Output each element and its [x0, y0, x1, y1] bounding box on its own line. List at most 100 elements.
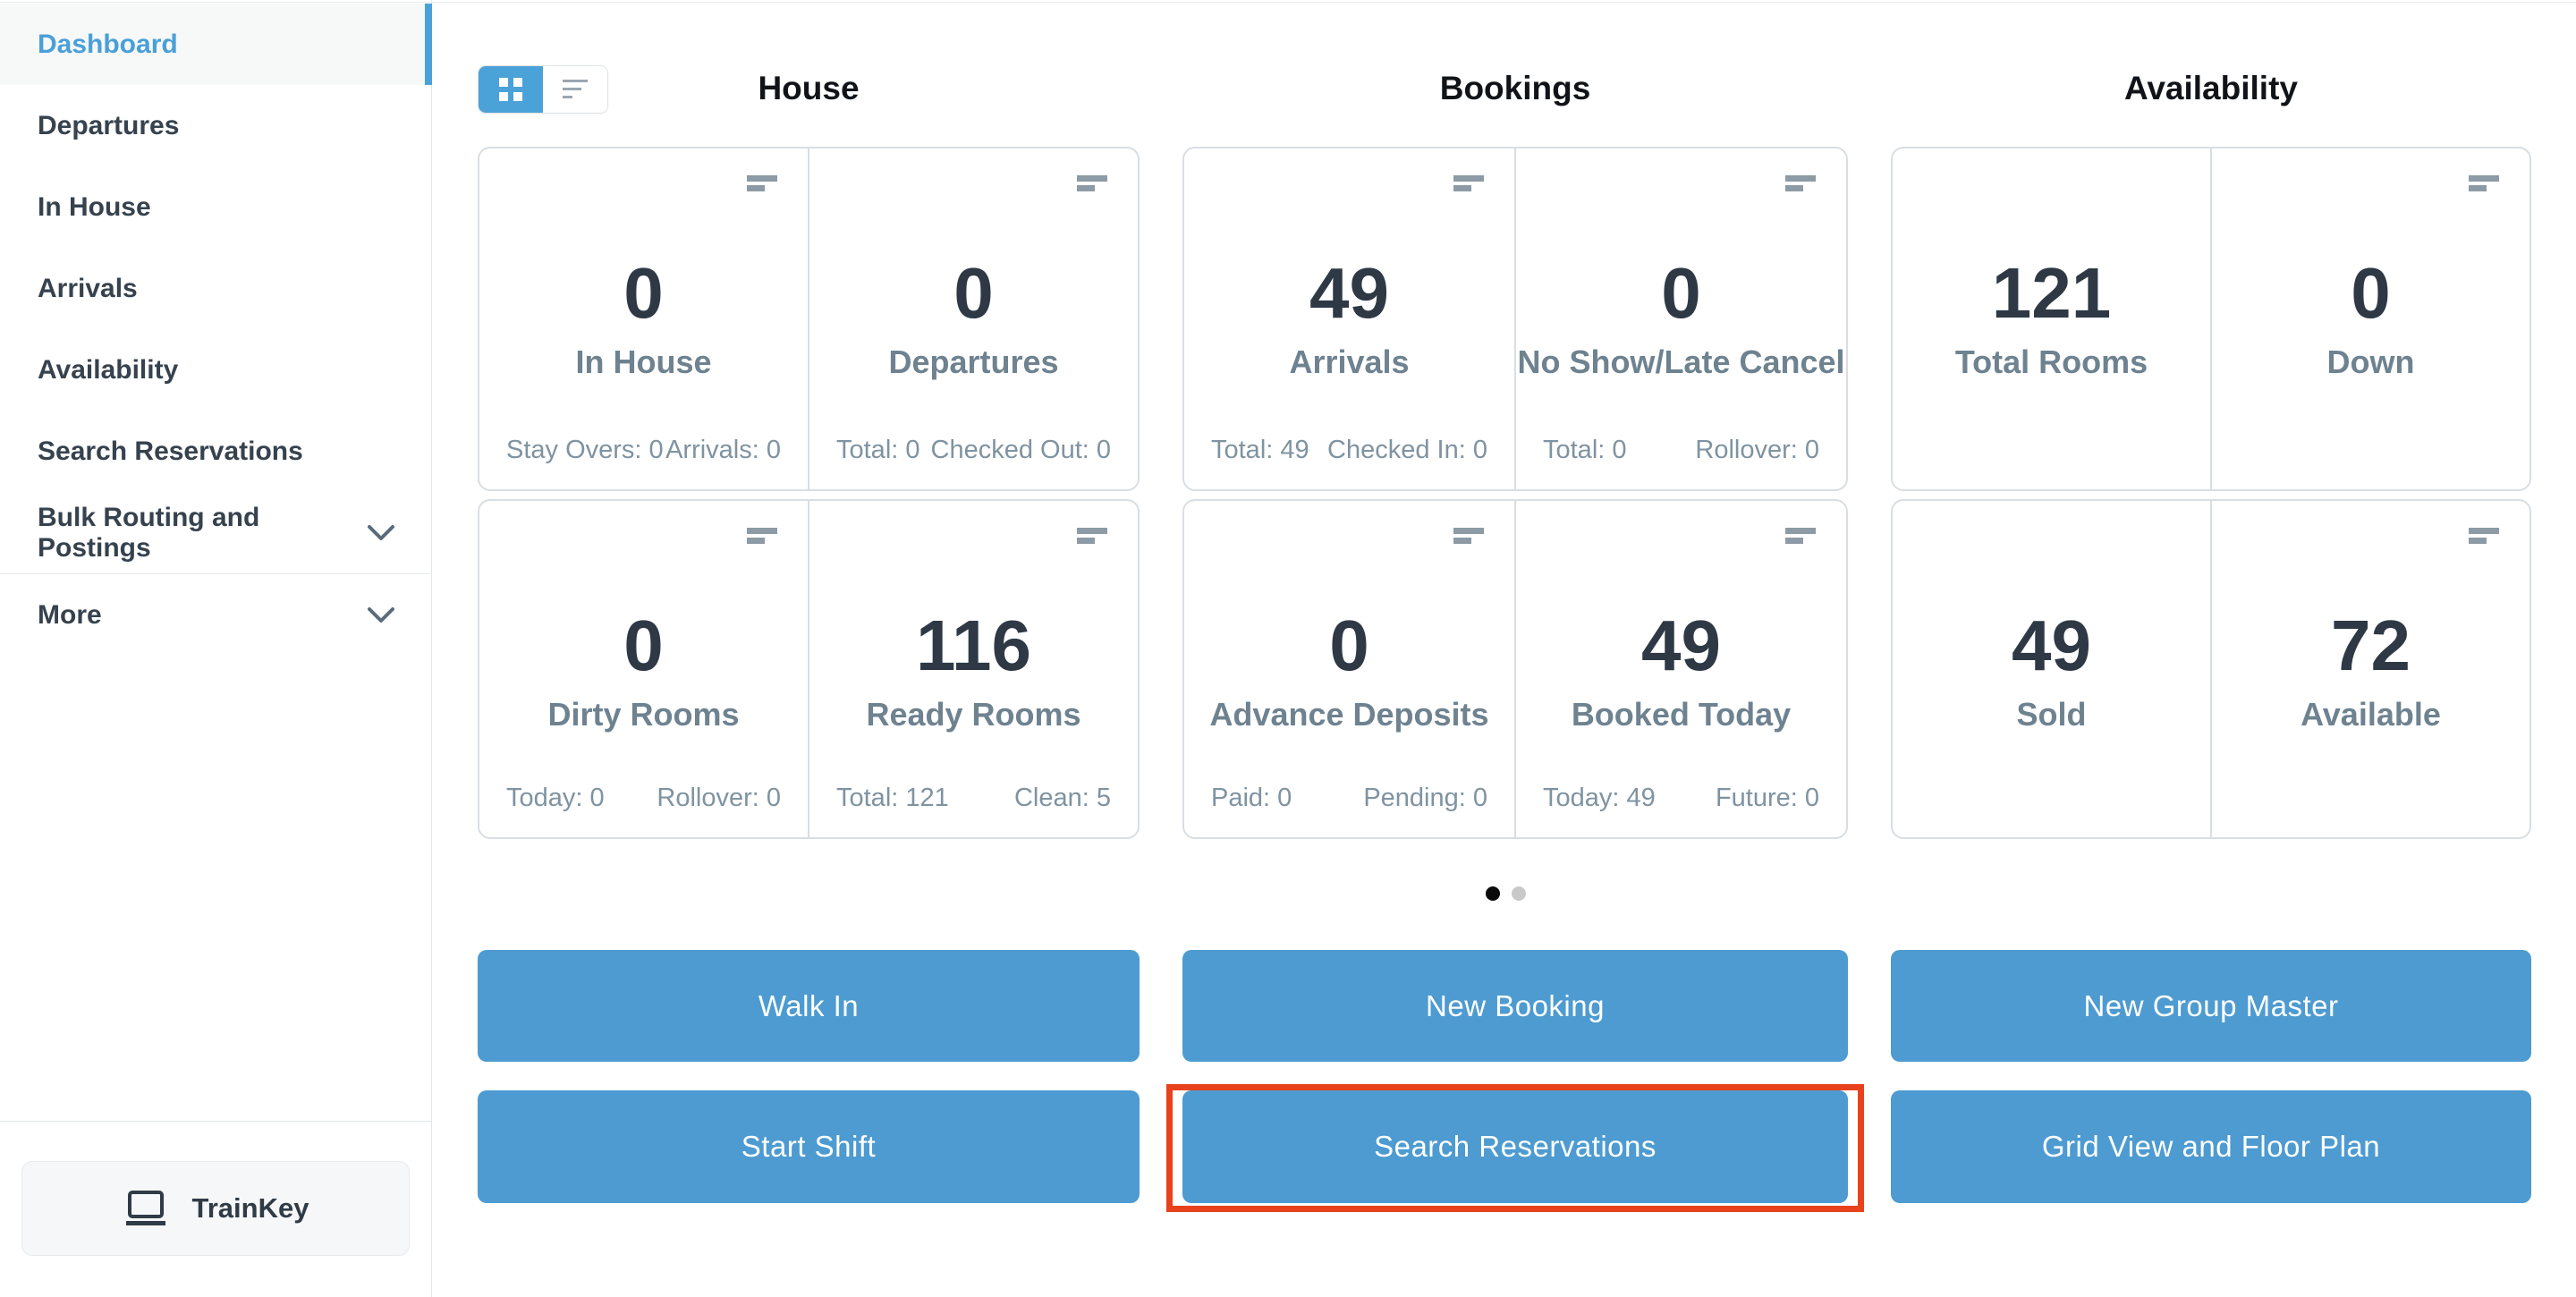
- card-menu-icon[interactable]: [747, 175, 777, 192]
- card-label: Arrivals: [1184, 343, 1514, 381]
- card-stat-left: Today: 49: [1543, 784, 1656, 813]
- card-menu-icon[interactable]: [2469, 175, 2499, 192]
- sidebar-item-label: Availability: [38, 355, 178, 386]
- card-value: 0: [2212, 258, 2529, 329]
- card-dirty-rooms[interactable]: 0 Dirty Rooms Today: 0 Rollover: 0: [479, 501, 809, 837]
- section-title-house: House: [478, 70, 1140, 107]
- card-advance-deposits[interactable]: 0 Advance Deposits Paid: 0 Pending: 0: [1184, 501, 1516, 837]
- card-label: Ready Rooms: [809, 696, 1138, 733]
- card-menu-icon[interactable]: [747, 528, 777, 545]
- card-stat-left: Total: 121: [836, 784, 949, 813]
- card-value: 121: [1893, 258, 2210, 329]
- carousel-pagination: [1486, 886, 1526, 901]
- card-value: 49: [1516, 610, 1846, 682]
- card-menu-icon[interactable]: [1077, 528, 1107, 545]
- card-stat-right: Arrivals: 0: [665, 436, 781, 465]
- card-stat-right: Rollover: 0: [1695, 436, 1819, 465]
- card-stat-left: Today: 0: [506, 784, 605, 813]
- new-booking-button[interactable]: New Booking: [1182, 950, 1848, 1062]
- carousel-dot-2[interactable]: [1512, 886, 1526, 901]
- card-stat-left: Total: 0: [836, 436, 920, 465]
- card-stat-left: Total: 0: [1543, 436, 1627, 465]
- card-stat-left: Total: 49: [1211, 436, 1309, 465]
- card-total-rooms[interactable]: 121 Total Rooms: [1893, 148, 2212, 489]
- card-departures[interactable]: 0 Departures Total: 0 Checked Out: 0: [809, 148, 1138, 489]
- card-down[interactable]: 0 Down: [2212, 148, 2529, 489]
- trainkey-button[interactable]: TrainKey: [21, 1161, 410, 1256]
- sidebar-nav: Dashboard Departures In House Arrivals A…: [0, 4, 431, 656]
- card-sold[interactable]: 49 Sold: [1893, 501, 2212, 837]
- card-stat-right: Clean: 5: [1014, 784, 1111, 813]
- card-stat-left: Stay Overs: 0: [506, 436, 664, 465]
- card-arrivals[interactable]: 49 Arrivals Total: 49 Checked In: 0: [1184, 148, 1516, 489]
- search-reservations-button[interactable]: Search Reservations: [1182, 1090, 1848, 1203]
- card-value: 0: [1184, 610, 1514, 682]
- card-menu-icon[interactable]: [1453, 175, 1484, 192]
- card-label: No Show/Late Cancel: [1516, 343, 1846, 381]
- card-in-house[interactable]: 0 In House Stay Overs: 0 Arrivals: 0: [479, 148, 809, 489]
- walk-in-button[interactable]: Walk In: [478, 950, 1140, 1062]
- new-group-master-button[interactable]: New Group Master: [1891, 950, 2531, 1062]
- card-label: Sold: [1893, 696, 2210, 733]
- section-title-availability: Availability: [1891, 70, 2531, 107]
- card-stat-right: Rollover: 0: [657, 784, 781, 813]
- card-value: 0: [479, 258, 808, 329]
- bookings-card-row-2: 0 Advance Deposits Paid: 0 Pending: 0 49…: [1182, 499, 1848, 839]
- card-available[interactable]: 72 Available: [2212, 501, 2529, 837]
- card-booked-today[interactable]: 49 Booked Today Today: 49 Future: 0: [1516, 501, 1846, 837]
- sidebar-item-availability[interactable]: Availability: [0, 329, 431, 411]
- card-label: Departures: [809, 343, 1138, 381]
- card-stat-right: Pending: 0: [1363, 784, 1487, 813]
- card-value: 0: [809, 258, 1138, 329]
- card-value: 0: [1516, 258, 1846, 329]
- sidebar-item-bulk-routing-and-postings[interactable]: Bulk Routing and Postings: [0, 492, 431, 573]
- card-no-show-late-cancel[interactable]: 0 No Show/Late Cancel Total: 0 Rollover:…: [1516, 148, 1846, 489]
- sidebar-item-label: Departures: [38, 111, 179, 141]
- sidebar-item-label: More: [38, 600, 102, 631]
- bookings-card-row-1: 49 Arrivals Total: 49 Checked In: 0 0 No…: [1182, 147, 1848, 491]
- card-label: Total Rooms: [1893, 343, 2210, 381]
- house-card-row-2: 0 Dirty Rooms Today: 0 Rollover: 0 116 R…: [478, 499, 1140, 839]
- card-value: 72: [2212, 610, 2529, 682]
- sidebar-item-label: In House: [38, 192, 151, 223]
- sidebar-footer: TrainKey: [0, 1121, 431, 1297]
- sidebar-item-label: Dashboard: [38, 30, 178, 60]
- carousel-dot-1[interactable]: [1486, 886, 1500, 901]
- card-value: 49: [1184, 258, 1514, 329]
- laptop-icon: [123, 1189, 169, 1228]
- sidebar-item-search-reservations[interactable]: Search Reservations: [0, 411, 431, 492]
- start-shift-button[interactable]: Start Shift: [478, 1090, 1140, 1203]
- house-card-row-1: 0 In House Stay Overs: 0 Arrivals: 0 0 D…: [478, 147, 1140, 491]
- sidebar-item-departures[interactable]: Departures: [0, 85, 431, 166]
- sidebar: Dashboard Departures In House Arrivals A…: [0, 0, 432, 1297]
- card-value: 49: [1893, 610, 2210, 682]
- availability-card-row-2: 49 Sold 72 Available: [1891, 499, 2531, 839]
- card-stat-right: Checked In: 0: [1327, 436, 1487, 465]
- card-menu-icon[interactable]: [2469, 528, 2499, 545]
- card-stat-left: Paid: 0: [1211, 784, 1292, 813]
- card-menu-icon[interactable]: [1453, 528, 1484, 545]
- card-label: Down: [2212, 343, 2529, 381]
- dashboard-page: Dashboard Departures In House Arrivals A…: [0, 0, 2576, 1297]
- card-ready-rooms[interactable]: 116 Ready Rooms Total: 121 Clean: 5: [809, 501, 1138, 837]
- card-label: Advance Deposits: [1184, 696, 1514, 733]
- sidebar-item-arrivals[interactable]: Arrivals: [0, 248, 431, 329]
- availability-card-row-1: 121 Total Rooms 0 Down: [1891, 147, 2531, 491]
- card-menu-icon[interactable]: [1785, 175, 1816, 192]
- card-label: Available: [2212, 696, 2529, 733]
- card-label: In House: [479, 343, 808, 381]
- chevron-down-icon: [367, 606, 395, 624]
- grid-view-floor-plan-button[interactable]: Grid View and Floor Plan: [1891, 1090, 2531, 1203]
- card-menu-icon[interactable]: [1077, 175, 1107, 192]
- card-label: Booked Today: [1516, 696, 1846, 733]
- card-stat-right: Checked Out: 0: [931, 436, 1112, 465]
- sidebar-item-label: Search Reservations: [38, 437, 303, 467]
- sidebar-item-more[interactable]: More: [0, 574, 431, 656]
- trainkey-label: TrainKey: [192, 1192, 309, 1225]
- sidebar-item-dashboard[interactable]: Dashboard: [0, 4, 431, 85]
- card-label: Dirty Rooms: [479, 696, 808, 733]
- card-menu-icon[interactable]: [1785, 528, 1816, 545]
- sidebar-item-in-house[interactable]: In House: [0, 166, 431, 248]
- section-title-bookings: Bookings: [1182, 70, 1848, 107]
- card-value: 0: [479, 610, 808, 682]
